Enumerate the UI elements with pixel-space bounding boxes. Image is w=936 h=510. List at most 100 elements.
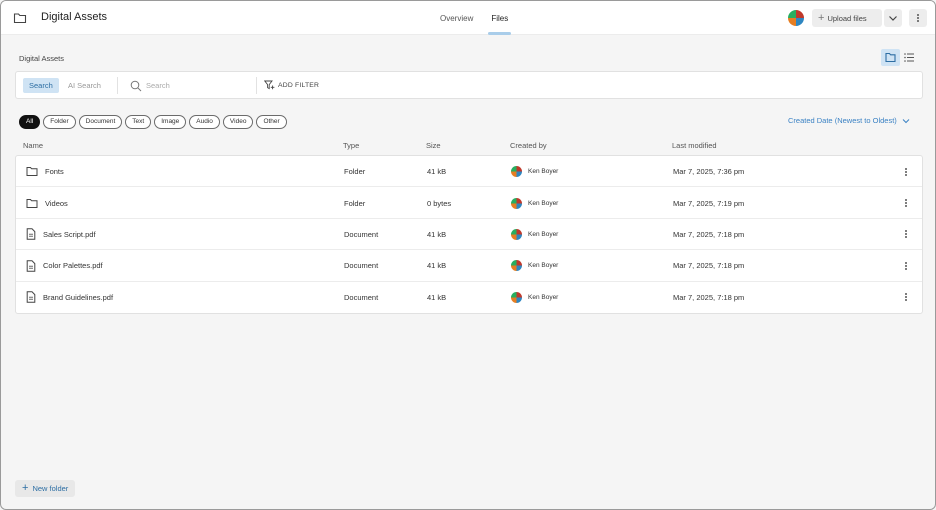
creator-cell: Ken Boyer — [511, 282, 558, 313]
row-actions-button[interactable] — [901, 156, 911, 187]
creator-cell: Ken Boyer — [511, 250, 558, 281]
table-row[interactable]: Videos Folder 0 bytes Ken Boyer Mar 7, 2… — [16, 187, 922, 219]
chip-other[interactable]: Other — [256, 115, 287, 129]
file-type: Folder — [344, 167, 366, 177]
document-icon — [26, 291, 36, 303]
name-cell: Color Palettes.pdf — [26, 250, 103, 281]
chip-image[interactable]: Image — [154, 115, 187, 129]
upload-files-label: Upload files — [827, 13, 867, 23]
filter-plus-icon — [264, 80, 275, 90]
user-avatar[interactable] — [788, 10, 804, 26]
avatar — [511, 228, 522, 240]
file-type: Document — [344, 229, 379, 239]
last-modified: Mar 7, 2025, 7:19 pm — [673, 198, 745, 208]
file-name[interactable]: Color Palettes.pdf — [43, 261, 103, 270]
file-type: Document — [344, 292, 379, 302]
chip-text[interactable]: Text — [125, 115, 152, 129]
upload-files-button[interactable]: + Upload files — [812, 9, 882, 27]
creator-name: Ken Boyer — [528, 293, 559, 301]
chevron-down-icon — [902, 118, 910, 123]
add-filter-label: ADD FILTER — [278, 81, 320, 89]
type-filter-chips: All Folder Document Text Image Audio Vid… — [19, 115, 287, 129]
file-name[interactable]: Videos — [45, 199, 68, 208]
add-filter-button[interactable]: ADD FILTER — [264, 80, 319, 90]
name-cell: Fonts — [26, 156, 64, 187]
table-row[interactable]: Sales Script.pdf Document 41 kB Ken Boye… — [16, 219, 922, 251]
chip-all[interactable]: All — [19, 115, 41, 129]
kebab-icon — [905, 202, 907, 205]
chip-document[interactable]: Document — [78, 115, 123, 129]
document-icon — [26, 228, 36, 241]
creator-name: Ken Boyer — [528, 168, 559, 176]
chip-folder[interactable]: Folder — [43, 115, 76, 129]
kebab-icon — [905, 296, 907, 299]
upload-options-button[interactable] — [884, 9, 902, 27]
folder-icon — [13, 13, 27, 24]
last-modified: Mar 7, 2025, 7:36 pm — [673, 167, 745, 177]
file-name[interactable]: Fonts — [45, 167, 64, 176]
more-options-button[interactable] — [909, 9, 927, 27]
search-input[interactable] — [146, 78, 252, 93]
top-bar: Digital Assets Overview Files + Upload f… — [1, 1, 935, 35]
page-title: Digital Assets — [41, 11, 108, 23]
kebab-icon — [905, 233, 907, 236]
list-icon — [904, 53, 914, 62]
creator-name: Ken Boyer — [528, 199, 559, 207]
view-toggle — [881, 49, 919, 66]
column-header-last-modified[interactable]: Last modified — [672, 141, 717, 150]
sort-dropdown[interactable]: Created Date (Newest to Oldest) — [788, 116, 910, 125]
folder-icon — [26, 198, 38, 208]
file-size: 41 kB — [427, 229, 447, 239]
chip-video[interactable]: Video — [222, 115, 254, 129]
file-name[interactable]: Sales Script.pdf — [43, 230, 96, 239]
creator-cell: Ken Boyer — [511, 187, 558, 218]
chevron-down-icon — [889, 16, 897, 21]
name-cell: Brand Guidelines.pdf — [26, 282, 113, 313]
creator-cell: Ken Boyer — [511, 219, 558, 250]
column-header-size[interactable]: Size — [426, 141, 441, 150]
file-size: 41 kB — [427, 167, 447, 177]
ai-search-mode-tab[interactable]: AI Search — [62, 78, 107, 93]
list-view-button[interactable] — [900, 49, 919, 66]
name-cell: Sales Script.pdf — [26, 219, 96, 250]
column-header-created-by[interactable]: Created by — [510, 141, 547, 150]
document-icon — [26, 260, 36, 272]
last-modified: Mar 7, 2025, 7:18 pm — [673, 261, 745, 271]
breadcrumb[interactable]: Digital Assets — [19, 54, 64, 63]
search-icon — [130, 80, 142, 92]
row-actions-button[interactable] — [901, 250, 911, 281]
table-row[interactable]: Brand Guidelines.pdf Document 41 kB Ken … — [16, 282, 922, 313]
sort-label: Created Date (Newest to Oldest) — [788, 116, 897, 125]
search-mode-tab[interactable]: Search — [23, 78, 59, 93]
chip-audio[interactable]: Audio — [189, 115, 220, 129]
new-folder-button[interactable]: + New folder — [15, 480, 76, 497]
kebab-icon — [917, 17, 919, 19]
folder-icon — [26, 167, 38, 177]
column-header-name[interactable]: Name — [23, 141, 43, 150]
row-actions-button[interactable] — [901, 282, 911, 313]
tab-overview[interactable]: Overview — [435, 1, 478, 35]
tab-bar: Overview Files — [435, 1, 521, 35]
file-size: 41 kB — [427, 261, 447, 271]
file-name[interactable]: Brand Guidelines.pdf — [43, 293, 113, 302]
creator-name: Ken Boyer — [528, 262, 559, 270]
avatar — [511, 260, 522, 272]
tab-files[interactable]: Files — [486, 1, 513, 35]
divider — [117, 77, 118, 94]
row-actions-button[interactable] — [901, 187, 911, 218]
row-actions-button[interactable] — [901, 219, 911, 250]
file-size: 0 bytes — [427, 198, 452, 208]
folder-view-icon — [885, 52, 896, 63]
name-cell: Videos — [26, 187, 68, 218]
file-size: 41 kB — [427, 292, 447, 302]
table-header: Name Type Size Created by Last modified — [15, 141, 923, 153]
grid-view-button[interactable] — [881, 49, 900, 66]
last-modified: Mar 7, 2025, 7:18 pm — [673, 292, 745, 302]
table-row[interactable]: Fonts Folder 41 kB Ken Boyer Mar 7, 2025… — [16, 156, 922, 188]
table-row[interactable]: Color Palettes.pdf Document 41 kB Ken Bo… — [16, 250, 922, 282]
avatar — [511, 166, 522, 178]
avatar — [511, 291, 522, 303]
column-header-type[interactable]: Type — [343, 141, 359, 150]
creator-name: Ken Boyer — [528, 230, 559, 238]
file-type: Folder — [344, 198, 366, 208]
